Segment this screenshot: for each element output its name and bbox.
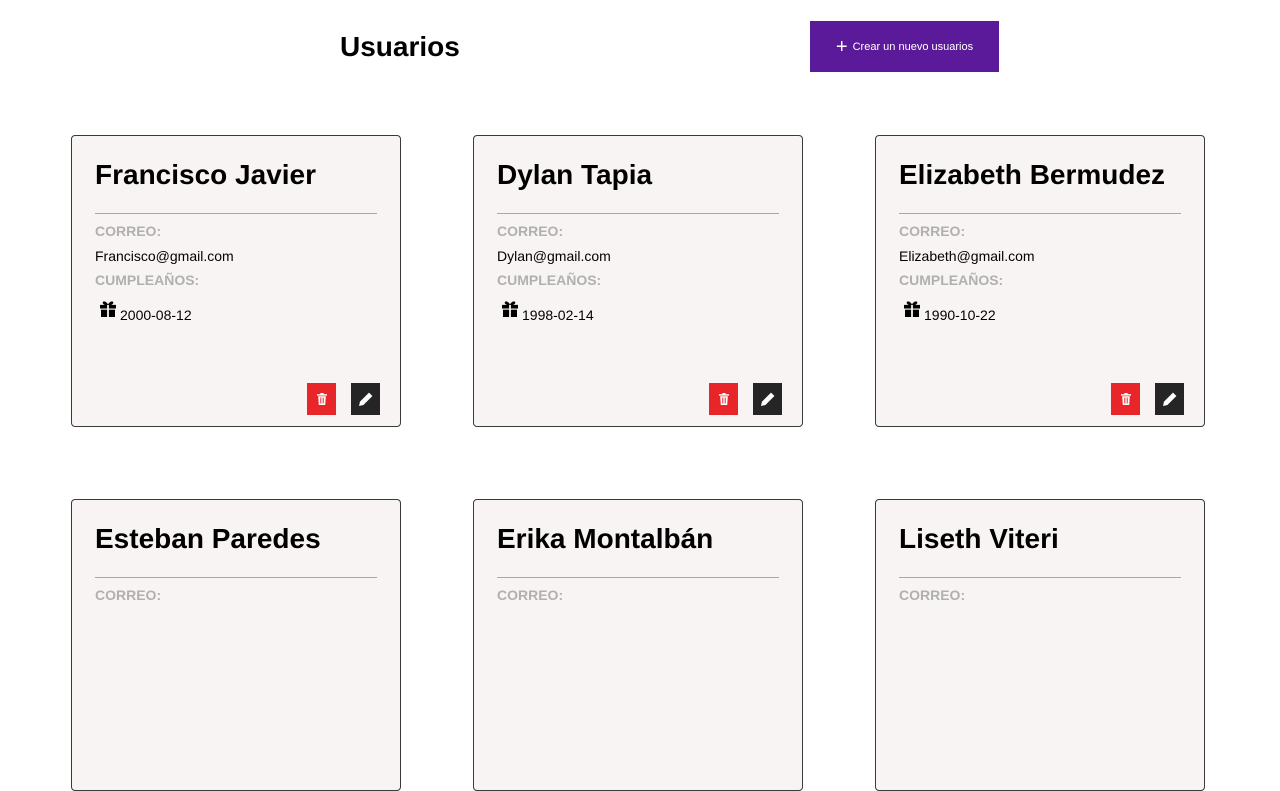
email-label: CORREO:: [899, 223, 966, 239]
user-email: Francisco@gmail.com: [95, 248, 234, 264]
user-card: Francisco Javier CORREO: Francisco@gmail…: [71, 135, 401, 427]
user-name: Liseth Viteri: [899, 523, 1059, 554]
user-birthday: 1998-02-14: [522, 307, 594, 323]
card-divider: [899, 577, 1181, 578]
edit-button[interactable]: [753, 383, 782, 415]
user-name: Francisco Javier: [95, 159, 317, 190]
gift-icon: [100, 301, 116, 317]
user-card: Esteban Paredes CORREO:: [71, 499, 401, 791]
user-card: Dylan Tapia CORREO: Dylan@gmail.com CUMP…: [473, 135, 803, 427]
birthday-label: CUMPLEAÑOS:: [899, 272, 1004, 288]
card-divider: [899, 213, 1181, 214]
email-label: CORREO:: [95, 223, 162, 239]
birthday-label: CUMPLEAÑOS:: [95, 272, 200, 288]
user-email: Dylan@gmail.com: [497, 248, 611, 264]
edit-button[interactable]: [1155, 383, 1184, 415]
create-user-button[interactable]: + Crear un nuevo usuarios: [810, 21, 999, 72]
card-divider: [497, 577, 779, 578]
user-name: Erika Montalbán: [497, 523, 714, 554]
gift-icon: [904, 301, 920, 317]
email-label: CORREO:: [497, 223, 564, 239]
user-name: Elizabeth Bermudez: [899, 159, 1166, 190]
card-divider: [95, 213, 377, 214]
pencil-icon: [1162, 392, 1176, 406]
trash-icon: [1120, 393, 1131, 405]
email-label: CORREO:: [95, 587, 162, 603]
pencil-icon: [358, 392, 372, 406]
delete-button[interactable]: [307, 383, 336, 415]
user-birthday: 1990-10-22: [924, 307, 996, 323]
create-user-button-label: Crear un nuevo usuarios: [852, 40, 974, 53]
edit-button[interactable]: [351, 383, 380, 415]
card-divider: [95, 577, 377, 578]
user-card: Elizabeth Bermudez CORREO: Elizabeth@gma…: [875, 135, 1205, 427]
user-card: Erika Montalbán CORREO:: [473, 499, 803, 791]
gift-icon: [502, 301, 518, 317]
email-label: CORREO:: [899, 587, 966, 603]
delete-button[interactable]: [1111, 383, 1140, 415]
email-label: CORREO:: [497, 587, 564, 603]
user-card: Liseth Viteri CORREO:: [875, 499, 1205, 791]
birthday-row: 1998-02-14: [501, 300, 594, 322]
trash-icon: [718, 393, 729, 405]
birthday-row: 2000-08-12: [99, 300, 192, 322]
plus-icon: +: [835, 35, 848, 58]
delete-button[interactable]: [709, 383, 738, 415]
birthday-row: 1990-10-22: [903, 300, 996, 322]
birthday-label: CUMPLEAÑOS:: [497, 272, 602, 288]
pencil-icon: [760, 392, 774, 406]
user-birthday: 2000-08-12: [120, 307, 192, 323]
page-title: Usuarios: [340, 31, 460, 62]
user-name: Esteban Paredes: [95, 523, 321, 554]
card-divider: [497, 213, 779, 214]
user-email: Elizabeth@gmail.com: [899, 248, 1035, 264]
trash-icon: [316, 393, 327, 405]
user-name: Dylan Tapia: [497, 159, 653, 190]
